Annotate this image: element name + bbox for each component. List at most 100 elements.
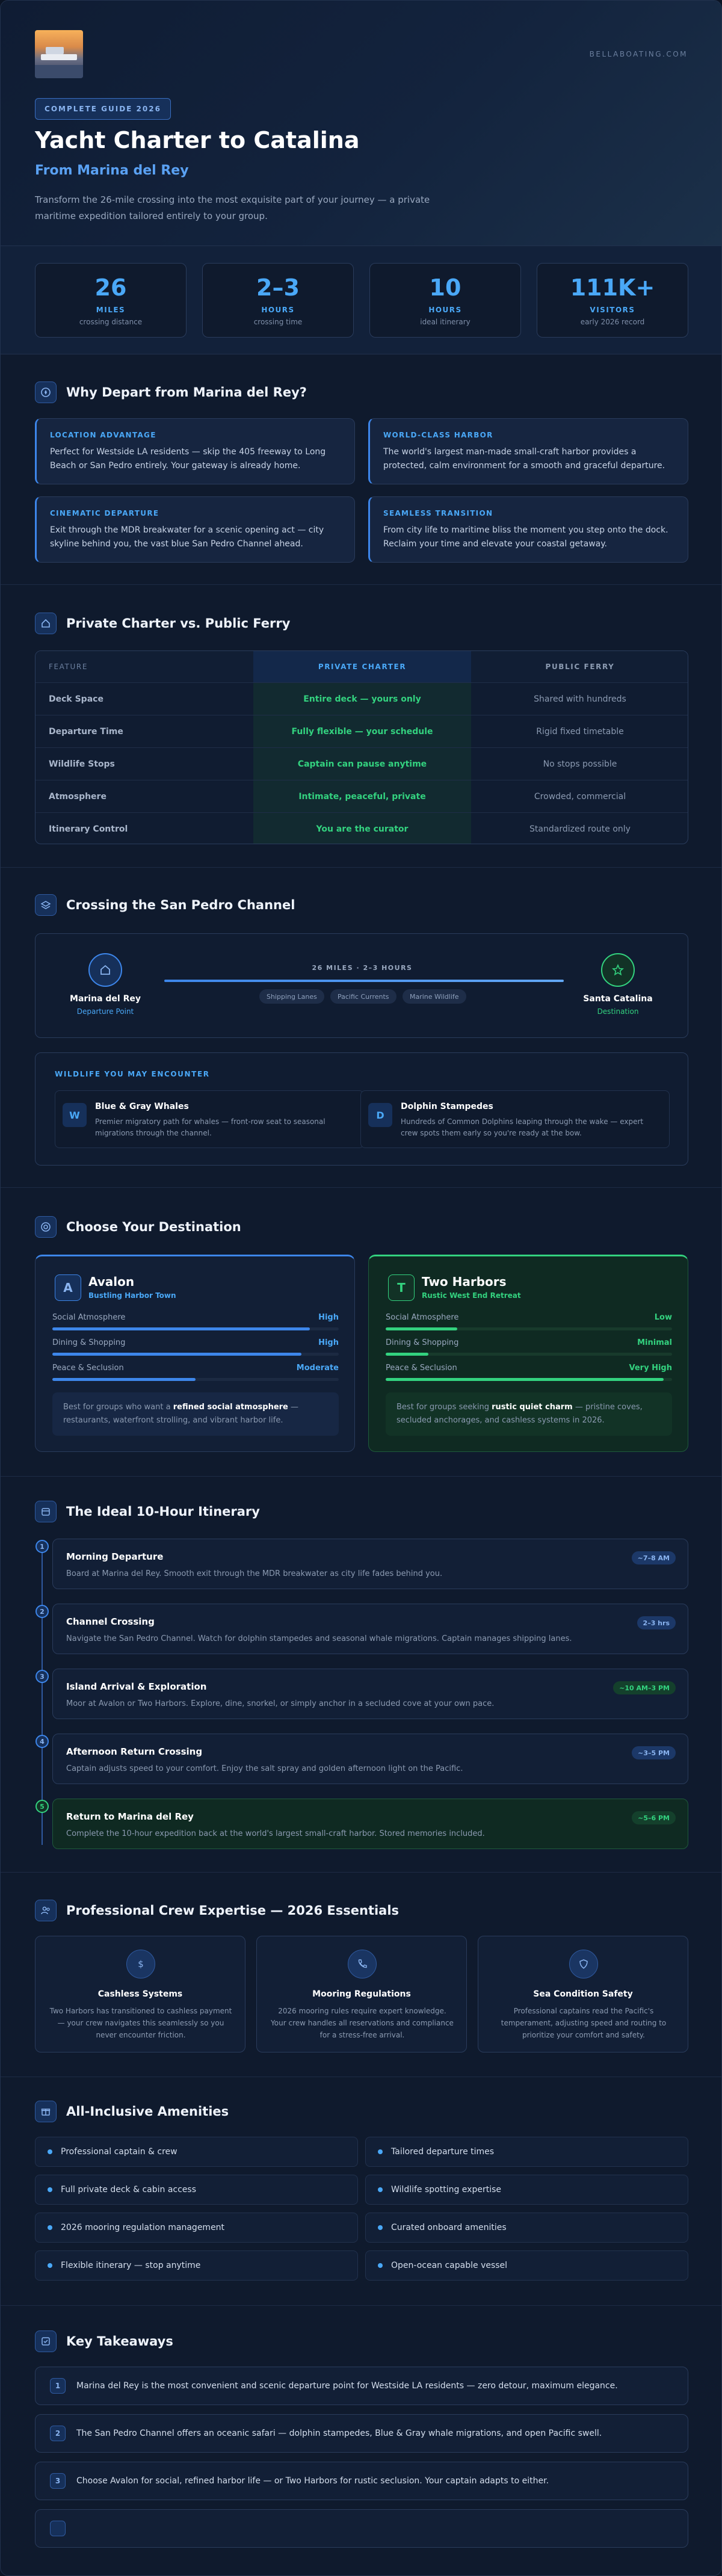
stat-unit: MILES (96, 306, 126, 314)
route-chip: Shipping Lanes (259, 989, 324, 1004)
itinerary-title: Morning Departure (66, 1551, 164, 1562)
bullet-icon (378, 2187, 383, 2192)
advantage-kicker: LOCATION ADVANTAGE (50, 431, 156, 439)
itinerary-title: Return to Marina del Rey (66, 1811, 194, 1822)
time-badge: ~3–5 PM (632, 1746, 676, 1759)
note-emphasis: rustic quiet charm (492, 1403, 573, 1412)
stat-unit: HOURS (261, 306, 295, 314)
destination-name: Santa Catalina (583, 994, 653, 1004)
itinerary-desc: Moor at Avalon or Two Harbors. Explore, … (66, 1699, 495, 1708)
advantage-card: WORLD-CLASS HARBOR The world's largest m… (368, 418, 688, 484)
itinerary-item: Channel Crossing Navigate the San Pedro … (52, 1604, 688, 1654)
crew-card: Mooring Regulations 2026 mooring rules r… (256, 1936, 467, 2052)
stat-card: 2–3 HOURS crossing time (202, 263, 354, 338)
metric-track (386, 1353, 672, 1356)
column-header: PUBLIC FERRY (545, 663, 615, 671)
route-label: 26 MILES · 2–3 HOURS (312, 964, 413, 972)
route-card: Marina del Rey Departure Point 26 MILES … (35, 933, 688, 1038)
takeaway-text: Marina del Rey is the most convenient an… (76, 2381, 618, 2391)
table-cell: Crowded, commercial (534, 792, 626, 802)
brand-logo-image[interactable] (35, 30, 83, 78)
stat-value: 10 (429, 274, 461, 301)
hero-section: BELLABOATING.COM COMPLETE GUIDE 2026 Yac… (1, 1, 721, 246)
takeaway-item: 2 The San Pedro Channel offers an oceanic… (35, 2414, 688, 2453)
amenity-label: Wildlife spotting expertise (391, 2185, 501, 2195)
stat-caption: crossing time (253, 318, 303, 326)
amenity-item: Flexible itinerary — stop anytime (35, 2250, 358, 2281)
destination-card-two-harbors[interactable]: T Two Harbors Rustic West End Retreat So… (368, 1255, 688, 1452)
amenity-label: 2026 mooring regulation management (61, 2223, 225, 2232)
stat-caption: early 2026 record (580, 318, 645, 326)
metric-label: Dining & Shopping (386, 1338, 459, 1347)
table-cell: Departure Time (49, 727, 123, 737)
section-title: Choose Your Destination (66, 1220, 241, 1234)
takeaway-item: 3 Choose Avalon for social, refined harbo… (35, 2462, 688, 2500)
time-badge: 2–3 hrs (637, 1616, 676, 1629)
wildlife-badge: W (63, 1103, 87, 1127)
time-badge: ~10 AM–3 PM (613, 1681, 676, 1694)
metric-label: Peace & Seclusion (386, 1364, 457, 1373)
column-header: PRIVATE CHARTER (253, 651, 471, 682)
destination-role: Destination (597, 1007, 639, 1016)
destination-card-avalon[interactable]: A Avalon Bustling Harbor Town Social Atm… (35, 1255, 355, 1452)
table-row: Deck Space Entire deck — yours only Shar… (35, 682, 688, 715)
stat-unit: HOURS (428, 306, 462, 314)
table-cell: Rigid fixed timetable (536, 727, 624, 737)
wildlife-item: W Blue & Gray Whales Premier migratory p… (55, 1090, 364, 1148)
takeaway-number: 1 (50, 2378, 66, 2394)
metric-fill (386, 1353, 429, 1356)
section-title: Key Takeaways (66, 2334, 173, 2349)
advantage-text: Perfect for Westside LA residents — skip… (50, 447, 326, 471)
section-divider (1, 2305, 721, 2306)
table-row: Wildlife Stops Captain can pause anytime… (35, 747, 688, 780)
amenity-label: Full private deck & cabin access (61, 2185, 197, 2195)
metric-level: Moderate (296, 1364, 339, 1373)
timeline-step: 3 (35, 1670, 49, 1683)
note-emphasis: refined social atmosphere (173, 1403, 288, 1412)
table-row: Atmosphere Intimate, peaceful, private C… (35, 780, 688, 813)
brand-link[interactable]: BELLABOATING.COM (590, 50, 688, 58)
compass-icon (35, 381, 57, 403)
amenity-item: Wildlife spotting expertise (365, 2175, 688, 2205)
bullet-icon (378, 2263, 383, 2268)
advantage-text: The world's largest man-made small-craft… (383, 447, 665, 471)
takeaway-text: The San Pedro Channel offers an oceanic … (76, 2429, 602, 2438)
timeline-step: 1 (35, 1540, 49, 1553)
itinerary-item: Return to Marina del Rey Complete the 10… (52, 1799, 688, 1849)
wildlife-desc: Premier migratory path for whales — fron… (95, 1117, 326, 1137)
time-badge: ~7–8 AM (631, 1551, 676, 1564)
destination-badge: A (55, 1274, 81, 1301)
users-icon (35, 1900, 57, 1921)
wildlife-desc: Hundreds of Common Dolphins leaping thro… (401, 1117, 644, 1137)
wildlife-badge: D (368, 1103, 392, 1127)
stat-caption: ideal itinerary (420, 318, 471, 326)
crew-card: $ Cashless Systems Two Harbors has trans… (35, 1936, 245, 2052)
crew-card-title: Sea Condition Safety (533, 1989, 633, 1999)
bullet-icon (48, 2149, 52, 2154)
amenity-item: Open-ocean capable vessel (365, 2250, 688, 2281)
metric-level: Very High (629, 1364, 672, 1373)
stat-card: 10 HOURS ideal itinerary (369, 263, 521, 338)
crew-card-desc: Professional captains read the Pacific's… (501, 2007, 667, 2039)
wildlife-name: Dolphin Stampedes (401, 1102, 493, 1111)
itinerary-item: Afternoon Return Crossing Captain adjust… (52, 1734, 688, 1784)
advantage-kicker: CINEMATIC DEPARTURE (50, 509, 159, 517)
origin-role: Departure Point (76, 1007, 134, 1016)
takeaway-number (50, 2521, 66, 2536)
itinerary-title: Island Arrival & Exploration (66, 1681, 207, 1692)
column-header: FEATURE (49, 663, 88, 671)
crew-section-header: Professional Crew Expertise — 2026 Essen… (35, 1900, 399, 1921)
table-cell: Captain can pause anytime (253, 748, 471, 780)
metric-fill (386, 1327, 457, 1330)
amenity-item: 2026 mooring regulation management (35, 2213, 358, 2243)
advantage-card: CINEMATIC DEPARTURE Exit through the MDR… (35, 496, 355, 563)
why-section-header: Why Depart from Marina del Rey? (35, 381, 307, 403)
note-text: Best for groups seeking (396, 1403, 492, 1412)
itinerary-section-header: The Ideal 10-Hour Itinerary (35, 1501, 260, 1522)
table-cell: Deck Space (49, 694, 103, 704)
metric-label: Social Atmosphere (386, 1313, 459, 1322)
stat-value: 111K+ (570, 274, 655, 301)
advantage-text: From city life to maritime bliss the mom… (383, 525, 668, 549)
itinerary-title: Channel Crossing (66, 1616, 155, 1627)
destination-name: Two Harbors (422, 1274, 507, 1289)
